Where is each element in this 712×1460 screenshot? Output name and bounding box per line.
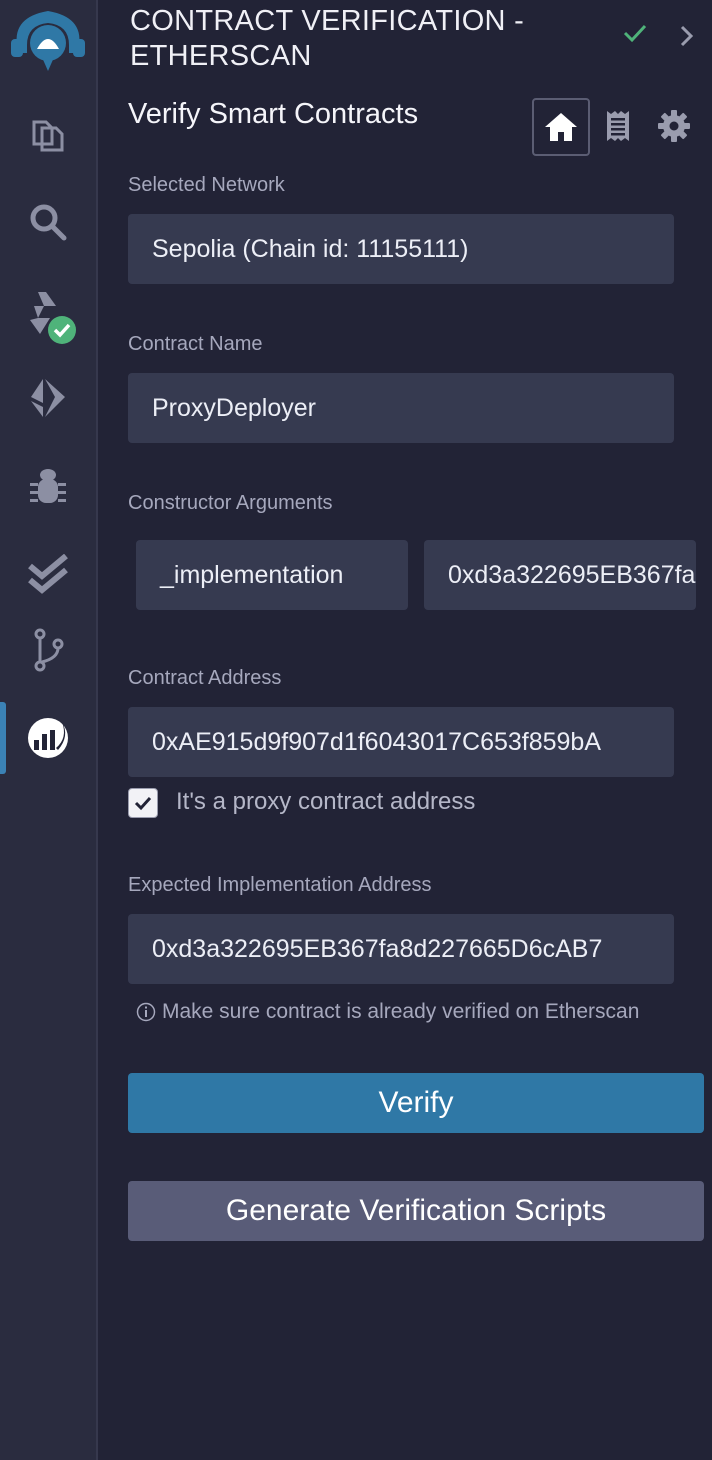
info-note: Make sure contract is already verified o… (136, 1000, 639, 1024)
page-title: Verify Smart Contracts (128, 98, 419, 130)
proxy-checkbox[interactable] (128, 788, 158, 818)
git-icon[interactable] (0, 620, 96, 680)
file-explorer-icon[interactable] (0, 104, 96, 164)
deploy-run-icon[interactable] (0, 368, 96, 428)
unit-testing-icon[interactable] (0, 544, 96, 604)
contract-address-input[interactable]: 0xAE915d9f907d1f6043017C653f859bA (128, 707, 674, 777)
search-icon[interactable] (0, 192, 96, 252)
generate-scripts-button[interactable]: Generate Verification Scripts (128, 1181, 704, 1241)
debugger-icon[interactable] (0, 456, 96, 516)
etherscan-plugin-icon[interactable] (0, 708, 96, 768)
network-label: Selected Network (128, 174, 285, 196)
impl-address-input[interactable]: 0xd3a322695EB367fa8d227665D6cAB7 (128, 914, 674, 984)
info-icon (136, 1002, 156, 1022)
home-button[interactable] (532, 98, 590, 156)
verify-button[interactable]: Verify (128, 1073, 704, 1133)
network-field[interactable]: Sepolia (Chain id: 11155111) (128, 214, 674, 284)
contract-name-field[interactable]: ProxyDeployer (128, 373, 674, 443)
gear-icon (658, 110, 690, 142)
info-text: Make sure contract is already verified o… (162, 1000, 640, 1023)
home-icon (545, 113, 577, 141)
check-icon (134, 796, 152, 811)
remix-logo-icon[interactable] (0, 6, 96, 76)
settings-button[interactable] (646, 98, 702, 154)
proxy-checkbox-label[interactable]: It's a proxy contract address (176, 788, 475, 816)
receipt-icon (607, 111, 629, 141)
constructor-args-label: Constructor Arguments (128, 492, 333, 514)
plugin-panel: CONTRACT VERIFICATION - ETHERSCAN Verify… (98, 0, 712, 1460)
plugin-title: CONTRACT VERIFICATION - ETHERSCAN (130, 5, 525, 72)
icon-sidebar (0, 0, 98, 1460)
contract-address-label: Contract Address (128, 667, 282, 689)
solidity-compiler-icon[interactable] (0, 286, 96, 350)
constructor-arg-name: _implementation (136, 540, 408, 610)
chevron-right-icon[interactable] (676, 24, 696, 53)
contract-name-label: Contract Name (128, 333, 263, 355)
receipts-button[interactable] (590, 98, 646, 154)
constructor-arg-value-input[interactable]: 0xd3a322695EB367fa8d227665D6cAB7 (424, 540, 696, 610)
verified-check-icon (622, 22, 648, 49)
impl-address-label: Expected Implementation Address (128, 874, 432, 896)
